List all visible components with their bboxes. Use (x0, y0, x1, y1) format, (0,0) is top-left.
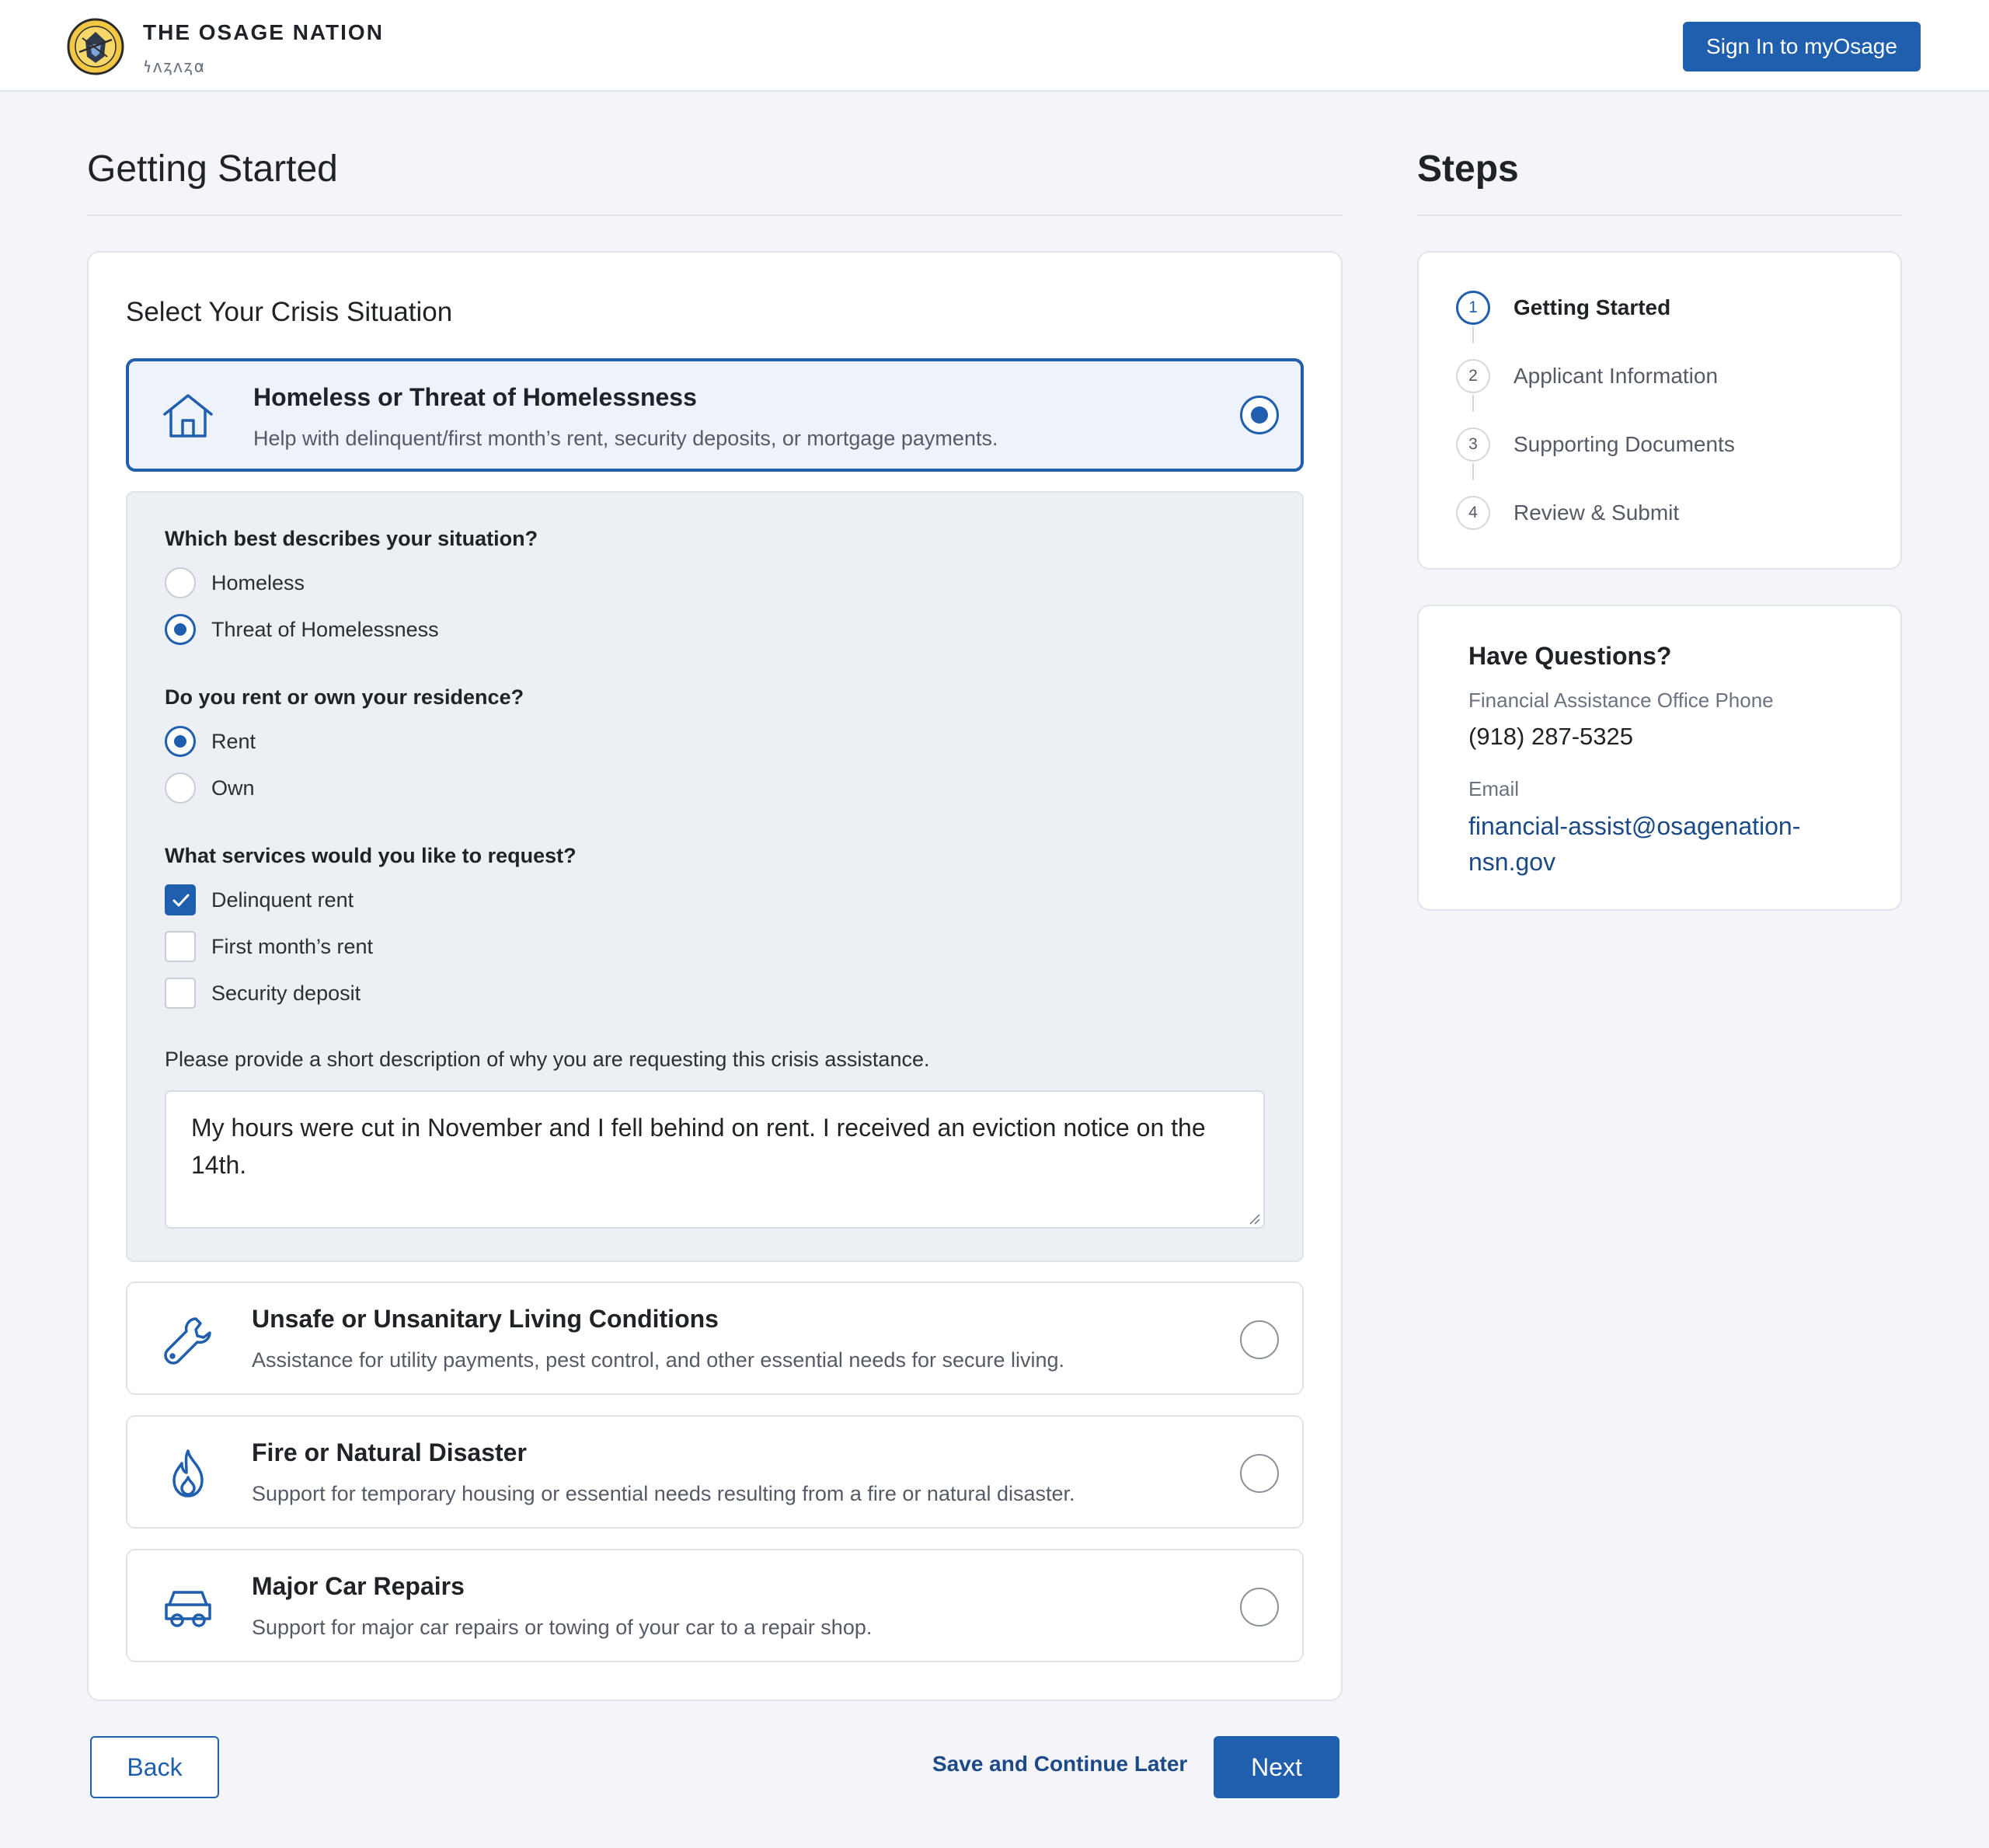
checkbox[interactable] (165, 884, 196, 915)
residence-question: Do you rent or own your residence? (165, 685, 524, 709)
step-label: Supporting Documents (1514, 432, 1735, 456)
osage-seal-icon[interactable] (67, 18, 124, 75)
option-radio[interactable] (1240, 1588, 1279, 1627)
step-connector (1472, 463, 1474, 480)
option-radio[interactable] (1240, 1320, 1279, 1359)
next-button[interactable]: Next (1214, 1736, 1339, 1798)
situation-question: Which best describes your situation? (165, 527, 538, 550)
top-bar: THE OSAGE NATION 𐓏𐓘𐓻𐓘𐓻𐓟 Sign In to myOsa… (0, 0, 1989, 92)
option-description: Assistance for utility payments, pest co… (252, 1348, 1065, 1372)
checkbox-label: Delinquent rent (211, 887, 354, 912)
option-unsafe-living[interactable]: Unsafe or Unsanitary Living Conditions A… (126, 1281, 1304, 1395)
car-icon (165, 1591, 211, 1627)
option-description: Support for major car repairs or towing … (252, 1616, 873, 1639)
radio-button[interactable] (165, 772, 196, 804)
option-homelessness[interactable]: Homeless or Threat of Homelessness Help … (126, 358, 1304, 472)
org-subtitle: 𐓏𐓘𐓻𐓘𐓻𐓟 (143, 57, 207, 76)
radio-button[interactable] (165, 726, 196, 757)
description-textarea[interactable]: My hours were cut in November and I fell… (165, 1090, 1265, 1229)
phone-number: (918) 287-5325 (1468, 723, 1633, 750)
checkbox-delinquent-rent[interactable]: Delinquent rent (165, 884, 354, 915)
questions-title: Have Questions? (1468, 642, 1672, 670)
email-label: Email (1468, 777, 1520, 800)
option-radio[interactable] (1240, 396, 1279, 434)
steps-title: Steps (1417, 148, 1519, 190)
house-icon (163, 394, 213, 438)
checkbox-label: Security deposit (211, 981, 361, 1005)
option-fire-disaster[interactable]: Fire or Natural Disaster Support for tem… (126, 1415, 1304, 1529)
step-connector (1472, 395, 1474, 412)
radio-label: Rent (211, 729, 256, 753)
back-button[interactable]: Back (90, 1736, 219, 1798)
step-label: Review & Submit (1514, 500, 1680, 525)
step-label: Getting Started (1514, 295, 1671, 319)
divider (87, 214, 1343, 216)
step-number: 1 (1456, 291, 1490, 325)
radio-own[interactable]: Own (165, 772, 255, 804)
step-label: Applicant Information (1514, 364, 1719, 388)
option-description: Help with delinquent/first month’s rent,… (253, 427, 998, 450)
option-title: Homeless or Threat of Homelessness (253, 383, 697, 411)
resize-handle-icon[interactable] (1248, 1212, 1260, 1225)
radio-rent[interactable]: Rent (165, 726, 256, 757)
services-question: What services would you like to request? (165, 844, 576, 867)
step-applicant-information: 2 Applicant Information (1456, 359, 1718, 393)
description-prompt: Please provide a short description of wh… (165, 1048, 930, 1071)
divider (1417, 214, 1902, 216)
option-car-repairs[interactable]: Major Car Repairs Support for major car … (126, 1549, 1304, 1662)
step-supporting-documents: 3 Supporting Documents (1456, 427, 1735, 462)
phone-label: Financial Assistance Office Phone (1468, 689, 1774, 712)
option-title: Unsafe or Unsanitary Living Conditions (252, 1305, 719, 1333)
save-and-continue-later-link[interactable]: Save and Continue Later (932, 1752, 1187, 1777)
option-radio[interactable] (1240, 1454, 1279, 1493)
checkbox-security-deposit[interactable]: Security deposit (165, 978, 361, 1009)
step-number: 2 (1456, 359, 1490, 393)
section-title: Select Your Crisis Situation (126, 297, 453, 327)
radio-label: Threat of Homelessness (211, 617, 439, 641)
option-title: Fire or Natural Disaster (252, 1438, 527, 1466)
radio-button[interactable] (165, 567, 196, 598)
checkmark-icon (172, 894, 190, 907)
page-title: Getting Started (87, 148, 338, 190)
checkbox-first-months-rent[interactable]: First month’s rent (165, 931, 373, 962)
org-name: THE OSAGE NATION (143, 20, 384, 44)
radio-homeless[interactable]: Homeless (165, 567, 305, 598)
radio-label: Own (211, 776, 255, 800)
checkbox[interactable] (165, 978, 196, 1009)
sign-in-button[interactable]: Sign In to myOsage (1683, 22, 1921, 71)
step-connector (1472, 326, 1474, 343)
option-title: Major Car Repairs (252, 1572, 465, 1600)
step-number: 3 (1456, 427, 1490, 462)
step-review-submit: 4 Review & Submit (1456, 496, 1679, 530)
checkbox-label: First month’s rent (211, 934, 374, 958)
flame-icon (172, 1449, 204, 1498)
step-number: 4 (1456, 496, 1490, 530)
radio-label: Homeless (211, 570, 305, 594)
radio-button[interactable] (165, 614, 196, 645)
wrench-icon (164, 1317, 211, 1365)
radio-threat-of-homelessness[interactable]: Threat of Homelessness (165, 614, 439, 645)
option-description: Support for temporary housing or essenti… (252, 1482, 1075, 1505)
email-link[interactable]: financial-assist@osagenation-nsn.gov (1468, 808, 1841, 880)
checkbox[interactable] (165, 931, 196, 962)
step-getting-started: 1 Getting Started (1456, 291, 1670, 325)
